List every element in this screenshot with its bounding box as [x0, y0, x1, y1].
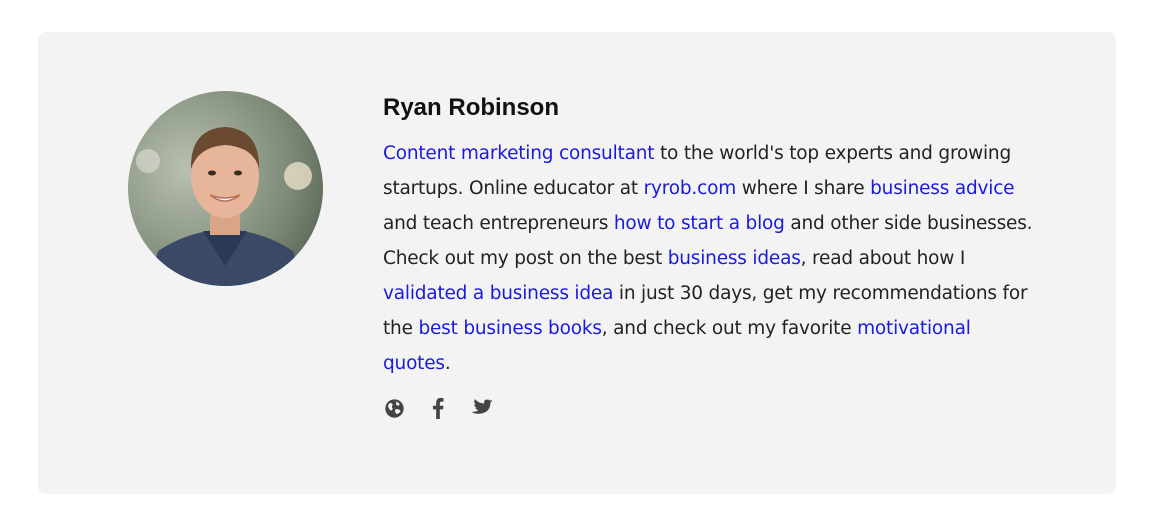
social-links: [383, 397, 1033, 419]
bio-text: where I share: [736, 178, 871, 199]
bio-link[interactable]: how to start a blog: [614, 213, 785, 234]
bio-text: , and check out my favorite: [601, 318, 858, 339]
author-content: Ryan Robinson Content marketing consulta…: [383, 90, 1033, 419]
globe-icon[interactable]: [383, 397, 405, 419]
author-avatar: [128, 91, 323, 286]
facebook-icon[interactable]: [427, 397, 449, 419]
bio-link[interactable]: best business books: [418, 318, 602, 339]
bio-link[interactable]: validated a business idea: [383, 283, 613, 304]
bio-link[interactable]: Content marketing consultant: [383, 143, 654, 164]
bio-link[interactable]: ryrob.com: [644, 178, 737, 199]
author-bio-card: Ryan Robinson Content marketing consulta…: [38, 32, 1116, 494]
bio-text: and teach entrepreneurs: [383, 213, 614, 234]
bio-link[interactable]: business ideas: [668, 248, 801, 269]
bio-text: , read about how I: [800, 248, 966, 269]
bio-text: .: [444, 353, 451, 374]
author-bio: Content marketing consultant to the worl…: [383, 136, 1033, 381]
twitter-icon[interactable]: [471, 397, 493, 419]
author-name: Ryan Robinson: [383, 94, 560, 121]
bio-link[interactable]: business advice: [870, 178, 1014, 199]
